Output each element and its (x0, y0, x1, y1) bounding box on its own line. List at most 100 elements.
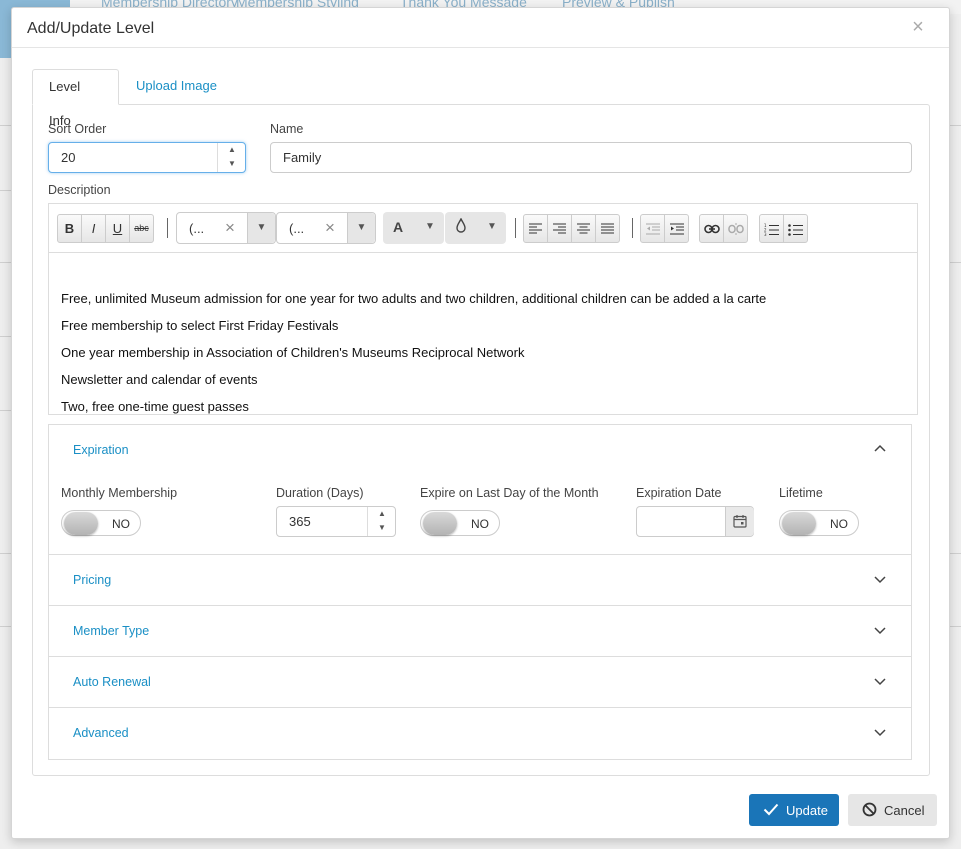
font-color-icon: A (393, 219, 404, 235)
italic-button[interactable]: I (81, 214, 106, 243)
modal-header: Add/Update Level × (12, 8, 949, 48)
outdent-button[interactable] (640, 214, 665, 243)
ordered-list-icon: 123 (764, 223, 779, 237)
background-divider (950, 553, 961, 554)
description-content[interactable]: Free, unlimited Museum admission for one… (49, 254, 917, 414)
font-size-clear-icon[interactable]: × (325, 218, 335, 238)
align-center-icon (577, 223, 590, 234)
chevron-down-icon: ▼ (425, 221, 435, 232)
svg-text:3: 3 (764, 232, 767, 236)
update-button-label: Update (786, 803, 828, 818)
accordion-advanced-header[interactable]: Advanced (49, 708, 911, 758)
duration-decrement-button[interactable]: ▼ (368, 521, 396, 535)
name-input[interactable] (270, 142, 912, 173)
background-divider (950, 125, 961, 126)
sort-order-decrement-button[interactable]: ▼ (218, 157, 246, 171)
unlink-icon (727, 223, 744, 235)
align-right-button[interactable] (547, 214, 572, 243)
toggle-state: NO (112, 517, 130, 531)
monthly-membership-label: Monthly Membership (61, 486, 178, 500)
font-size-dropdown[interactable]: (... × ▼ (276, 212, 376, 244)
name-label: Name (270, 122, 304, 136)
chevron-down-icon (874, 729, 886, 737)
accordion-auto-renewal-header[interactable]: Auto Renewal (49, 657, 911, 707)
underline-button[interactable]: U (105, 214, 130, 243)
accordion-pricing-title: Pricing (73, 573, 112, 587)
chevron-down-icon: ▼ (347, 213, 375, 243)
duration-increment-button[interactable]: ▲ (368, 507, 396, 521)
sort-order-increment-button[interactable]: ▲ (218, 143, 246, 157)
modal-title: Add/Update Level (27, 20, 155, 37)
background-color-picker[interactable]: ▼ (445, 212, 506, 244)
background-divider (950, 626, 961, 627)
monthly-membership-toggle[interactable]: NO (61, 510, 141, 536)
expire-last-day-toggle[interactable]: NO (420, 510, 500, 536)
font-color-picker[interactable]: A ▼ (383, 212, 444, 244)
chevron-up-icon (874, 444, 886, 452)
background-divider (950, 262, 961, 263)
description-line: One year membership in Association of Ch… (61, 345, 525, 360)
unordered-list-button[interactable] (783, 214, 808, 243)
unlink-button[interactable] (723, 214, 748, 243)
font-name-dropdown[interactable]: (... × ▼ (176, 212, 276, 244)
insert-link-button[interactable] (699, 214, 724, 243)
update-button[interactable]: Update (749, 794, 839, 826)
font-size-value: (... (289, 221, 305, 236)
toggle-state: NO (471, 517, 489, 531)
ordered-list-button[interactable]: 123 (759, 214, 784, 243)
chevron-down-icon (874, 576, 886, 584)
cancel-button[interactable]: Cancel (848, 794, 937, 826)
cancel-button-label: Cancel (884, 803, 925, 818)
level-settings-accordion: Expiration Monthly Membership NO Duratio… (48, 424, 912, 760)
chevron-down-icon: ▼ (247, 213, 275, 243)
accordion-member-type-header[interactable]: Member Type (49, 606, 911, 656)
accordion-advanced-title: Advanced (73, 726, 129, 740)
strikethrough-button[interactable]: abc (129, 214, 154, 243)
sort-order-spinner: ▲ ▼ (217, 143, 245, 172)
droplet-icon (455, 217, 467, 237)
ban-icon (862, 802, 877, 817)
unordered-list-icon (788, 224, 803, 236)
font-name-clear-icon[interactable]: × (225, 218, 235, 238)
link-group (699, 214, 748, 243)
expiration-date-picker[interactable] (636, 506, 754, 537)
close-button[interactable]: × (908, 16, 928, 38)
toolbar-separator (515, 218, 516, 238)
lifetime-label: Lifetime (779, 486, 823, 500)
accordion-pricing-header[interactable]: Pricing (49, 555, 911, 605)
indent-icon (669, 223, 684, 235)
expiration-date-label: Expiration Date (636, 486, 722, 500)
alignment-group (523, 214, 620, 243)
duration-days-label: Duration (Days) (276, 486, 364, 500)
toolbar-separator (632, 218, 633, 238)
description-line: Free membership to select First Friday F… (61, 318, 339, 333)
description-line: Newsletter and calendar of events (61, 372, 258, 387)
toggle-knob (782, 512, 816, 535)
indent-group (640, 214, 689, 243)
align-left-button[interactable] (523, 214, 548, 243)
checkmark-icon (763, 803, 779, 816)
align-right-icon (553, 223, 566, 234)
align-justify-button[interactable] (595, 214, 620, 243)
link-icon (703, 224, 720, 234)
align-justify-icon (601, 223, 614, 234)
expire-last-day-label: Expire on Last Day of the Month (420, 486, 599, 500)
text-style-group: B I U abc (57, 214, 154, 243)
calendar-button[interactable] (725, 507, 754, 536)
indent-button[interactable] (664, 214, 689, 243)
editor-toolbar: B I U abc (... × ▼ (... × ▼ A ▼ ▼ 1 2 3 (49, 204, 917, 253)
toggle-knob (423, 512, 457, 535)
lifetime-toggle[interactable]: NO (779, 510, 859, 536)
calendar-icon (733, 515, 747, 528)
duration-spinner: ▲ ▼ (367, 507, 395, 536)
toggle-state: NO (830, 517, 848, 531)
tab-level-info[interactable]: Level Info (32, 69, 119, 128)
accordion-expiration-header[interactable]: Expiration (49, 425, 911, 475)
tab-upload-image[interactable]: Upload Image (120, 69, 233, 105)
description-label: Description (48, 183, 111, 197)
chevron-down-icon (874, 627, 886, 635)
align-center-button[interactable] (571, 214, 596, 243)
bold-button[interactable]: B (57, 214, 82, 243)
chevron-down-icon (874, 678, 886, 686)
description-line: Two, free one-time guest passes (61, 399, 249, 414)
